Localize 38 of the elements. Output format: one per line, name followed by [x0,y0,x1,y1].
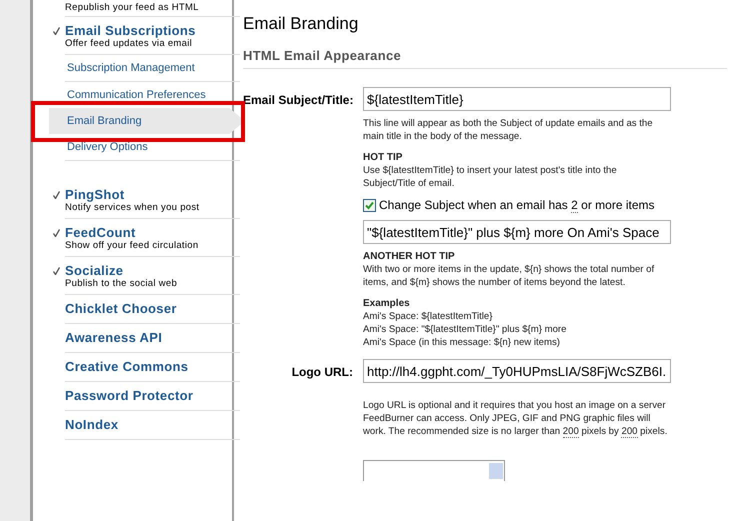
sidebar-description: Offer feed updates via email [65,38,194,49]
sidebar-link[interactable]: Creative Commons [65,359,188,374]
sidebar-link[interactable]: FeedCount [65,225,136,240]
sidebar-description: Show off your feed circulation [65,240,200,251]
feed-description: Republish your feed as HTML [65,2,200,13]
help-text: Logo URL is optional and it requires that you host an image on a server FeedBurner can access. Only JPEG, GIF and PNG graphic files will work. The recommended size is no larger than 200 pixels by 200 pixels. [363,399,668,438]
sidebar-sublink[interactable]: Subscription Management [49,55,245,81]
section-heading: HTML Email Appearance [243,48,727,69]
logo-url-field[interactable]: http://lh4.ggpht.com/_Ty0HUPmsLIA/S8FjWcSZB6I. [363,359,671,383]
tip-text: With two or more items in the update, ${n} shows the total number of items, and ${m} shows the number of items beyond the latest. [363,263,656,289]
field-label: Logo URL: [290,364,353,381]
sidebar-link[interactable]: Awareness API [65,330,162,345]
sidebar-sublink[interactable]: Communication Preferences [49,82,245,108]
tip-heading: ANOTHER HOT TIP [363,250,456,263]
tip-heading: HOT TIP [363,151,404,164]
sidebar-sublink[interactable]: Delivery Options [49,134,245,160]
sidebar-link[interactable]: Socialize [65,263,124,278]
checkbox[interactable] [363,198,376,212]
multi-subject-field[interactable]: "${latestItemTitle}" plus ${m} more On Ami's Space [363,220,671,244]
sidebar-link[interactable]: Chicklet Chooser [65,301,177,316]
example-text: Ami's Space (in this message: ${n} new items) [363,336,561,349]
help-text: This line will appear as both the Subject of update emails and as the main title in the body of the message. [363,117,654,143]
tip-text: Use ${latestItemTitle} to insert your latest post's title into the Subject/Title of email. [363,164,618,190]
sidebar-link[interactable]: Email Subscriptions [65,23,196,38]
font-dropdown[interactable] [363,460,505,481]
subject-field[interactable]: ${latestItemTitle} [363,87,671,111]
sidebar-description: Notify services when you post [65,202,200,213]
check-icon [365,200,374,210]
sidebar-link[interactable]: NoIndex [65,417,118,432]
sidebar-link[interactable]: PingShot [65,187,124,202]
example-text: Ami's Space: ${latestItemTitle} [363,310,494,323]
checkbox-label: Change Subject when an email has 2 or more items [379,198,655,212]
field-label: Email Subject/Title: [243,92,353,109]
sidebar-description: Publish to the social web [65,278,178,289]
page-title: Email Branding [243,14,360,34]
sidebar-link[interactable]: Password Protector [65,388,194,403]
examples-heading: Examples [363,297,411,310]
example-text: Ami's Space: "${latestItemTitle}" plus ${m} more [363,323,568,336]
